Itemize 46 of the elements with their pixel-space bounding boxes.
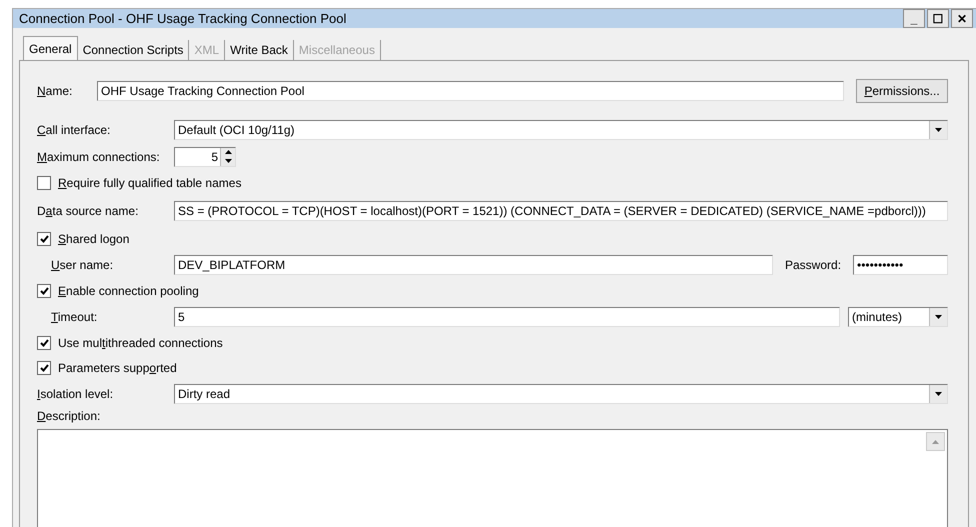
- timeout-label: Timeout:: [51, 310, 98, 324]
- checkmark-icon: [40, 286, 48, 294]
- multithreaded-label: Use multithreaded connections: [58, 336, 223, 350]
- call-interface-dropdown[interactable]: Default (OCI 10g/11g): [174, 120, 948, 140]
- maximum-connections-spinner[interactable]: 5: [174, 146, 236, 166]
- tab[interactable]: Connection Scripts: [78, 40, 190, 60]
- checkbox[interactable]: [37, 176, 51, 190]
- spin-down-icon[interactable]: [224, 159, 232, 163]
- checkmark-icon: [40, 338, 48, 346]
- data-source-field[interactable]: SS = (PROTOCOL = TCP)(HOST = localhost)(PORT = 1521)) (CONNECT_DATA = (SERVER = DEDICATED) (SERVICE_NAME =pdborcl))): [174, 200, 948, 220]
- name-label: Name:: [37, 84, 74, 98]
- checkbox[interactable]: [37, 336, 51, 350]
- user-name-field[interactable]: DEV_BIPLATFORM: [174, 254, 773, 274]
- timeout-field[interactable]: 5: [174, 306, 840, 326]
- checkbox[interactable]: [37, 360, 51, 374]
- checkmark-icon: [40, 234, 48, 242]
- maximize-button[interactable]: ☐: [927, 9, 949, 28]
- checkmark-icon: [40, 364, 48, 372]
- minimize-button[interactable]: _: [903, 9, 925, 28]
- user-name-label: User name:: [51, 258, 114, 272]
- close-button[interactable]: ✕: [951, 9, 973, 28]
- parameters-supported-label: Parameters supported: [58, 360, 177, 374]
- dropdown-arrow-icon[interactable]: [935, 314, 942, 318]
- description-label: Description:: [37, 409, 102, 423]
- enable-pooling-label: Enable connection pooling: [58, 284, 199, 298]
- spin-up-icon[interactable]: [224, 150, 232, 154]
- description-field[interactable]: [37, 429, 948, 527]
- tab[interactable]: General: [23, 36, 78, 60]
- isolation-level-label: Isolation level:: [37, 386, 114, 400]
- password-field[interactable]: •••••••••••: [853, 254, 948, 274]
- dropdown-arrow-icon[interactable]: [935, 392, 942, 396]
- isolation-level-dropdown[interactable]: Dirty read: [174, 384, 948, 404]
- tab[interactable]: Write Back: [225, 40, 294, 60]
- require-qualified-names-label: Require fully qualified table names: [58, 176, 242, 190]
- checkbox[interactable]: [37, 284, 51, 298]
- data-source-label: Data source name:: [37, 204, 140, 218]
- shared-logon-label: Shared logon: [58, 232, 130, 246]
- call-interface-label: Call interface:: [37, 122, 112, 136]
- name-field[interactable]: OHF Usage Tracking Connection Pool: [97, 81, 844, 101]
- timeout-unit-dropdown[interactable]: (minutes): [848, 306, 948, 326]
- permissions-button[interactable]: Permissions...: [856, 79, 948, 103]
- window-title: Connection Pool - OHF Usage Tracking Connection Pool: [19, 11, 346, 26]
- dropdown-arrow-icon[interactable]: [935, 128, 942, 132]
- checkbox[interactable]: [37, 232, 51, 246]
- maximum-connections-label: Maximum connections:: [37, 150, 161, 164]
- password-label: Password:: [785, 258, 842, 272]
